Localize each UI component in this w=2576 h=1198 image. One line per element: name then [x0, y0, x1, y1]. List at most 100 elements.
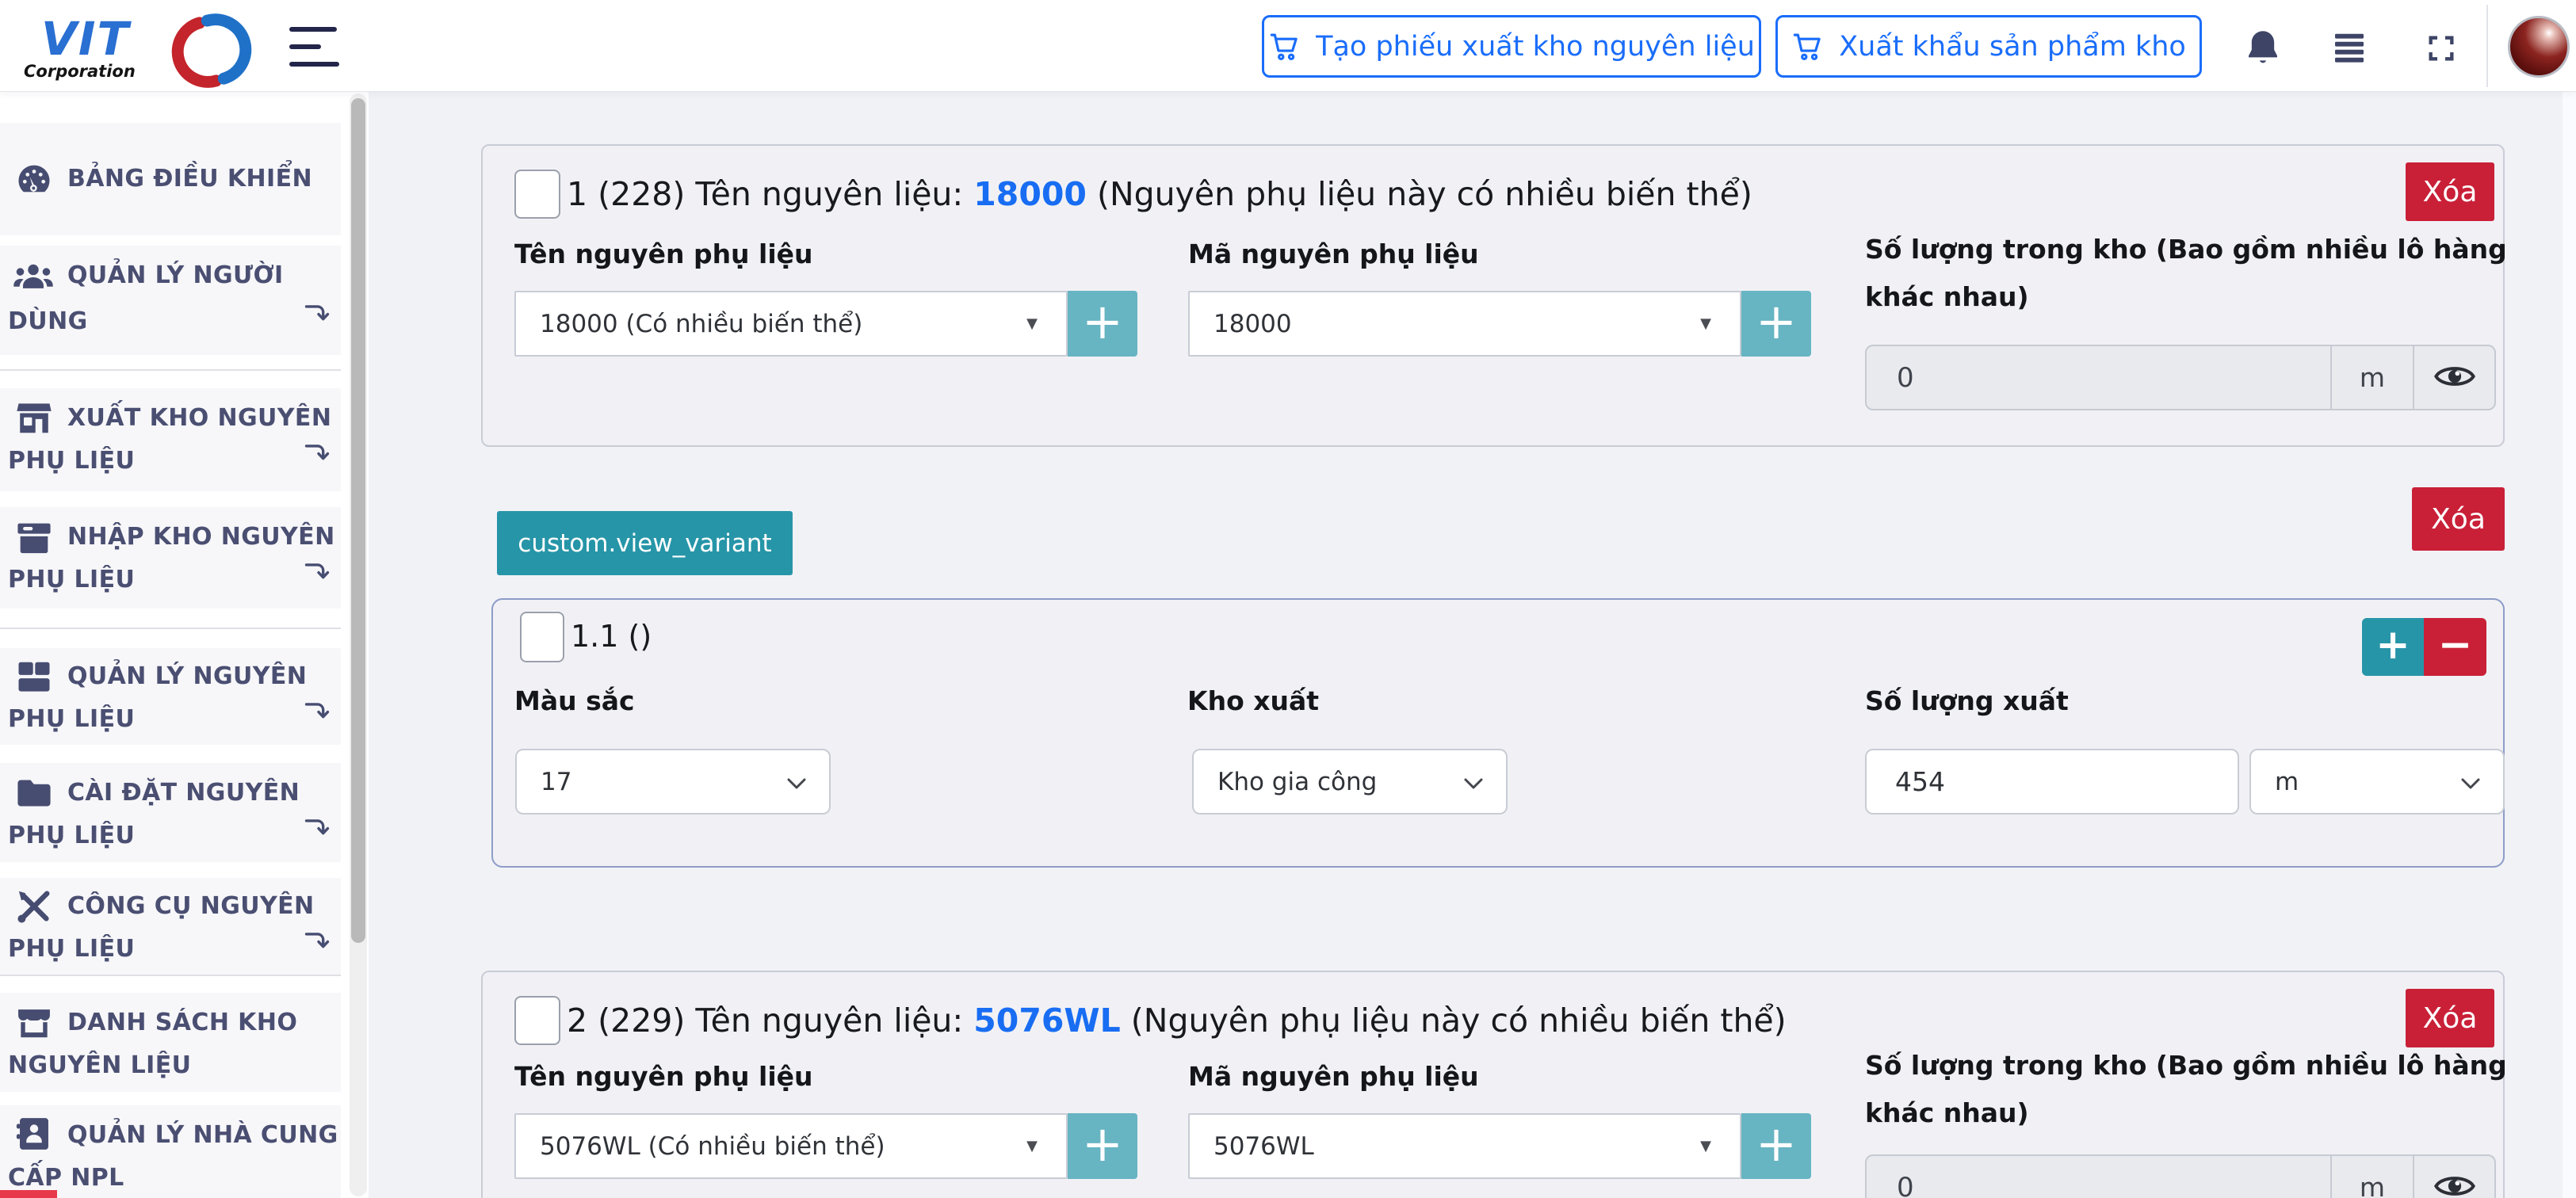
right-edge-strip [2563, 92, 2576, 1198]
material-1-stock-group: 0 m [1865, 345, 2496, 410]
material-1-title-prefix: 1 (228) Tên nguyên liệu: [567, 175, 963, 213]
variant-remove-row-button[interactable]: − [2424, 618, 2486, 676]
notifications-bell-icon[interactable] [2242, 26, 2284, 69]
sidebar-item-supplier-management[interactable]: QUẢN LÝ NHÀ CUNG CẤP NPL [0, 1105, 341, 1198]
material-2-title: 2 (229) Tên nguyên liệu: 5076WL (Nguyên … [567, 995, 1787, 1046]
boxes-icon [13, 656, 55, 700]
eye-icon [2433, 1171, 2476, 1198]
sidebar-item-label: QUẢN LÝ NGƯỜI [67, 252, 284, 300]
sidebar-item-label2: DÙNG [8, 298, 88, 345]
material-2-view-stock-button[interactable] [2414, 1156, 2494, 1198]
sidebar-item-warehouse-list[interactable]: DANH SÁCH KHO NGUYÊN LIỆU [0, 993, 341, 1092]
gauge-icon [13, 158, 55, 203]
users-icon [11, 257, 55, 301]
material-2-name-select-value: 5076WL (Có nhiều biến thể) [540, 1132, 885, 1161]
variant-qty-input[interactable] [1865, 749, 2239, 815]
logo-swirl-icon [160, 11, 263, 90]
submenu-arrow-icon [303, 437, 331, 469]
material-1-view-stock-button[interactable] [2414, 346, 2494, 409]
create-export-slip-button[interactable]: Tạo phiếu xuất kho nguyên liệu [1262, 15, 1761, 78]
material-2-stock-value: 0 [1867, 1156, 2330, 1198]
material-1-name-select[interactable]: 18000 (Có nhiều biến thể) ▼ [514, 291, 1068, 357]
eye-icon [2433, 361, 2476, 395]
material-1-add-name-button[interactable]: + [1068, 291, 1137, 357]
view-variant-button[interactable]: custom.view_variant [497, 511, 793, 575]
material-1-delete-button[interactable]: Xóa [2406, 162, 2494, 221]
sidebar-scrollbar-thumb[interactable] [351, 98, 365, 943]
sidebar-item-label: QUẢN LÝ NHÀ CUNG [67, 1112, 338, 1159]
material-1-note: (Nguyên phụ liệu này có nhiều biến thể) [1097, 175, 1752, 213]
submenu-arrow-icon [303, 696, 331, 727]
sidebar-item-export-warehouse[interactable]: XUẤT KHO NGUYÊN PHỤ LIỆU [0, 388, 341, 491]
sidebar-item-label2: PHỤ LIỆU [8, 812, 135, 860]
bottom-red-indicator [0, 1190, 57, 1198]
material-2-stock-label-line2: khác nhau) [1865, 1095, 2029, 1131]
user-avatar[interactable] [2508, 16, 2570, 78]
material-1-code-label: Mã nguyên phụ liệu [1188, 236, 1479, 273]
sidebar-item-material-settings[interactable]: CÀI ĐẶT NGUYÊN PHỤ LIỆU [0, 763, 341, 862]
variant-color-select-value: 17 [541, 768, 571, 796]
sidebar-item-label: XUẤT KHO NGUYÊN [67, 395, 331, 442]
sidebar-item-label: CÔNG CỤ NGUYÊN [67, 883, 315, 930]
sidebar-item-import-warehouse[interactable]: NHẬP KHO NGUYÊN PHỤ LIỆU [0, 507, 341, 609]
company-logo[interactable]: VIT Corporation [17, 10, 279, 85]
material-1-name-select-value: 18000 (Có nhiều biến thể) [540, 310, 862, 338]
submenu-arrow-icon [303, 556, 331, 588]
store-icon [13, 1002, 55, 1047]
tools-icon [13, 886, 55, 930]
variant-warehouse-select[interactable]: Kho gia công [1192, 749, 1508, 815]
folder-icon [13, 773, 55, 817]
export-products-button[interactable]: Xuất khẩu sản phẩm kho [1775, 15, 2202, 78]
sidebar-item-label2: PHỤ LIỆU [8, 556, 135, 604]
material-1-title: 1 (228) Tên nguyên liệu: 18000 (Nguyên p… [567, 169, 1752, 219]
material-1-add-code-button[interactable]: + [1741, 291, 1811, 357]
sidebar-item-material-management[interactable]: QUẢN LÝ NGUYÊN PHỤ LIỆU [0, 648, 341, 745]
variant-title: 1.1 () [571, 610, 652, 662]
variant-checkbox[interactable] [520, 612, 564, 662]
app-root: VIT Corporation Tạo phiếu xuất kho nguyê… [0, 0, 2576, 1198]
material-2-code[interactable]: 5076WL [973, 1002, 1120, 1040]
material-1-code-select[interactable]: 18000 ▼ [1188, 291, 1741, 357]
material-2-note: (Nguyên phụ liệu này có nhiều biến thể) [1131, 1002, 1787, 1040]
logo-title: VIT [41, 16, 130, 62]
submenu-arrow-icon [303, 925, 331, 957]
logo-subtitle: Corporation [24, 62, 136, 81]
variant-qty-label: Số lượng xuất [1865, 683, 2069, 719]
sidebar-item-label2: NGUYÊN LIỆU [8, 1042, 191, 1089]
material-2-stock-label-line1: Số lượng trong kho (Bao gồm nhiều lô hàn… [1865, 1047, 2507, 1084]
sidebar-item-label2: PHỤ LIỆU [8, 925, 135, 973]
variant-color-select[interactable]: 17 [515, 749, 831, 815]
material-2-delete-button[interactable]: Xóa [2406, 989, 2494, 1047]
variant-warehouse-label: Kho xuất [1187, 683, 1319, 719]
header-divider [2486, 5, 2488, 87]
list-menu-icon[interactable] [2330, 29, 2368, 67]
sidebar-item-material-tools[interactable]: CÔNG CỤ NGUYÊN PHỤ LIỆU [0, 878, 341, 976]
material-2-stock-group: 0 m [1865, 1154, 2496, 1198]
sidebar-separator [0, 975, 341, 976]
sidebar-scrollbar-track[interactable] [350, 93, 367, 1196]
hamburger-menu-icon[interactable] [289, 24, 345, 71]
caret-down-icon: ▼ [1026, 1138, 1038, 1154]
material-2-add-name-button[interactable]: + [1068, 1113, 1137, 1179]
material-1-code[interactable]: 18000 [973, 175, 1087, 213]
material-1-name-label: Tên nguyên phụ liệu [514, 236, 813, 273]
sidebar-item-label: BẢNG ĐIỀU KHIỂN [67, 155, 312, 203]
sidebar-item-label: DANH SÁCH KHO [67, 999, 297, 1047]
fullscreen-icon[interactable] [2425, 32, 2457, 64]
variant-add-row-button[interactable]: + [2362, 618, 2424, 676]
chevron-down-icon [786, 777, 807, 794]
material-1-stock-label-line1: Số lượng trong kho (Bao gồm nhiều lô hàn… [1865, 231, 2507, 268]
material-2-checkbox[interactable] [514, 996, 560, 1045]
create-export-slip-label: Tạo phiếu xuất kho nguyên liệu [1316, 31, 1755, 63]
variant-delete-button[interactable]: Xóa [2412, 487, 2505, 551]
material-1-checkbox[interactable] [514, 170, 560, 219]
material-2-add-code-button[interactable]: + [1741, 1113, 1811, 1179]
material-2-code-label: Mã nguyên phụ liệu [1188, 1059, 1479, 1095]
variant-unit-select[interactable]: m [2249, 749, 2505, 815]
sidebar-item-dashboard[interactable]: BẢNG ĐIỀU KHIỂN [0, 123, 341, 235]
material-1-code-select-value: 18000 [1213, 310, 1292, 338]
material-2-name-select[interactable]: 5076WL (Có nhiều biến thể) ▼ [514, 1113, 1068, 1179]
material-2-code-select[interactable]: 5076WL ▼ [1188, 1113, 1741, 1179]
material-2-title-prefix: 2 (229) Tên nguyên liệu: [567, 1002, 963, 1040]
sidebar-item-user-management[interactable]: QUẢN LÝ NGƯỜI DÙNG [0, 246, 341, 355]
